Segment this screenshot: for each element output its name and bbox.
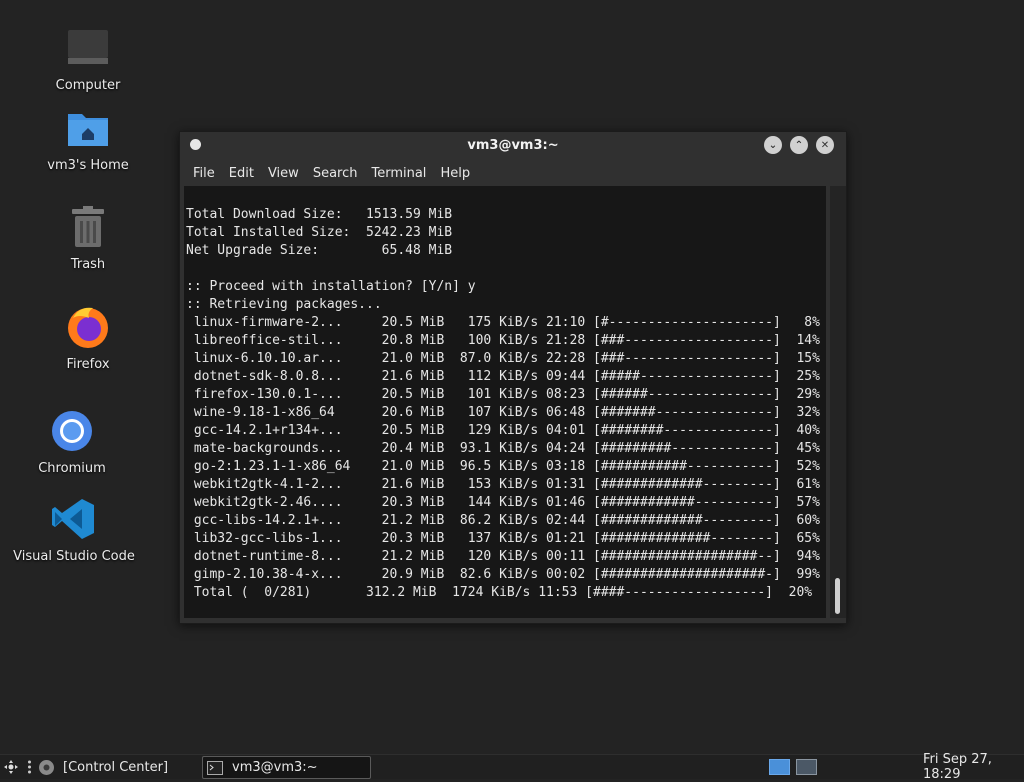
terminal-line: webkit2gtk-2.46.... 20.3 MiB 144 KiB/s 0… <box>186 495 820 510</box>
terminal-line: gcc-14.2.1+r134+... 20.5 MiB 129 KiB/s 0… <box>186 423 820 438</box>
desktop-icon-label: Visual Studio Code <box>13 549 135 564</box>
vscode-icon <box>50 495 98 543</box>
desktop-icon-label: Firefox <box>66 357 110 372</box>
menu-view[interactable]: View <box>261 166 306 181</box>
firefox-icon <box>64 303 112 351</box>
menu-bar: File Edit View Search Terminal Help <box>180 160 846 186</box>
task-button-terminal[interactable]: vm3@vm3:~ <box>202 756 371 779</box>
terminal-line: gcc-libs-14.2.1+... 21.2 MiB 86.2 KiB/s … <box>186 513 820 528</box>
close-icon: ✕ <box>820 139 830 151</box>
terminal-line: libreoffice-stil... 20.8 MiB 100 KiB/s 2… <box>186 333 820 348</box>
desktop-icon-label: Computer <box>55 78 121 93</box>
terminal-line: gimp-2.10.38-4-x... 20.9 MiB 82.6 KiB/s … <box>186 567 820 582</box>
menu-edit[interactable]: Edit <box>222 166 261 181</box>
terminal-line: Net Upgrade Size: 65.48 MiB <box>186 243 453 258</box>
terminal-line: Total Installed Size: 5242.23 MiB <box>186 225 453 240</box>
menu-terminal[interactable]: Terminal <box>364 166 433 181</box>
terminal-line: linux-6.10.10.ar... 21.0 MiB 87.0 KiB/s … <box>186 351 820 366</box>
terminal-line: Total ( 0/281) 312.2 MiB 1724 KiB/s 11:5… <box>186 585 813 600</box>
computer-icon <box>64 24 112 72</box>
window-title: vm3@vm3:~ <box>467 138 559 153</box>
terminal-line: mate-backgrounds... 20.4 MiB 93.1 KiB/s … <box>186 441 820 456</box>
desktop-icon-label: Chromium <box>38 461 106 476</box>
trash-icon <box>64 203 112 251</box>
terminal-line: dotnet-runtime-8... 21.2 MiB 120 KiB/s 0… <box>186 549 820 564</box>
workspace-1[interactable] <box>769 759 790 775</box>
terminal-line: Total Download Size: 1513.59 MiB <box>186 207 453 222</box>
workspace-2[interactable] <box>796 759 817 775</box>
home-folder-icon <box>64 104 112 152</box>
task-button-label: vm3@vm3:~ <box>232 760 318 775</box>
terminal-icon <box>207 760 223 775</box>
desktop-icon-label: vm3's Home <box>47 158 129 173</box>
terminal-line: dotnet-sdk-8.0.8... 21.6 MiB 112 KiB/s 0… <box>186 369 820 384</box>
chevron-up-icon: ⌃ <box>794 139 804 151</box>
terminal-line: lib32-gcc-libs-1... 20.3 MiB 137 KiB/s 0… <box>186 531 820 546</box>
maximize-button[interactable]: ⌃ <box>790 136 808 154</box>
scrollbar[interactable] <box>830 186 846 618</box>
chevron-down-icon: ⌄ <box>768 139 778 151</box>
desktop-icon-firefox[interactable]: Firefox <box>28 303 148 372</box>
scrollbar-thumb[interactable] <box>835 578 840 614</box>
desktop-icon-chromium[interactable]: Chromium <box>12 407 132 476</box>
clock[interactable]: Fri Sep 27, 18:29 <box>923 752 1024 782</box>
desktop-icon-trash[interactable]: Trash <box>28 203 148 272</box>
terminal-line: go-2:1.23.1-1-x86_64 21.0 MiB 96.5 KiB/s… <box>186 459 820 474</box>
terminal-lines: Total Download Size: 1513.59 MiB Total In… <box>186 206 826 602</box>
terminal-line: wine-9.18-1-x86_64 20.6 MiB 107 KiB/s 06… <box>186 405 820 420</box>
terminal-output[interactable]: Total Download Size: 1513.59 MiB Total In… <box>184 186 826 618</box>
minimize-button[interactable]: ⌄ <box>764 136 782 154</box>
terminal-window[interactable]: vm3@vm3:~ ⌄ ⌃ ✕ File Edit View Search Te… <box>179 131 847 624</box>
menu-file[interactable]: File <box>186 166 222 181</box>
menu-search[interactable]: Search <box>306 166 365 181</box>
desktop-icon-label: Trash <box>70 257 106 272</box>
desktop-icon-vscode[interactable]: Visual Studio Code <box>13 495 135 564</box>
handle-icon[interactable] <box>27 755 32 779</box>
chromium-icon <box>48 407 96 455</box>
desktop-icon-home[interactable]: vm3's Home <box>28 104 148 173</box>
terminal-line: :: Retrieving packages... <box>186 297 382 312</box>
menu-grid-icon[interactable] <box>4 755 18 779</box>
desktop-icon-computer[interactable]: Computer <box>28 24 148 93</box>
control-center-button[interactable]: [Control Center] <box>38 755 168 779</box>
window-titlebar[interactable]: vm3@vm3:~ ⌄ ⌃ ✕ <box>180 132 846 160</box>
close-button[interactable]: ✕ <box>816 136 834 154</box>
terminal-line: firefox-130.0.1-... 20.5 MiB 101 KiB/s 0… <box>186 387 820 402</box>
taskbar: [Control Center] vm3@vm3:~ Fri Sep 27, 1… <box>0 752 1024 782</box>
gear-icon <box>38 759 55 776</box>
control-center-label: [Control Center] <box>63 759 169 775</box>
terminal-line: webkit2gtk-4.1-2... 21.6 MiB 153 KiB/s 0… <box>186 477 820 492</box>
menu-help[interactable]: Help <box>433 166 477 181</box>
terminal-line: :: Proceed with installation? [Y/n] y <box>186 279 476 294</box>
terminal-line: linux-firmware-2... 20.5 MiB 175 KiB/s 2… <box>186 315 820 330</box>
